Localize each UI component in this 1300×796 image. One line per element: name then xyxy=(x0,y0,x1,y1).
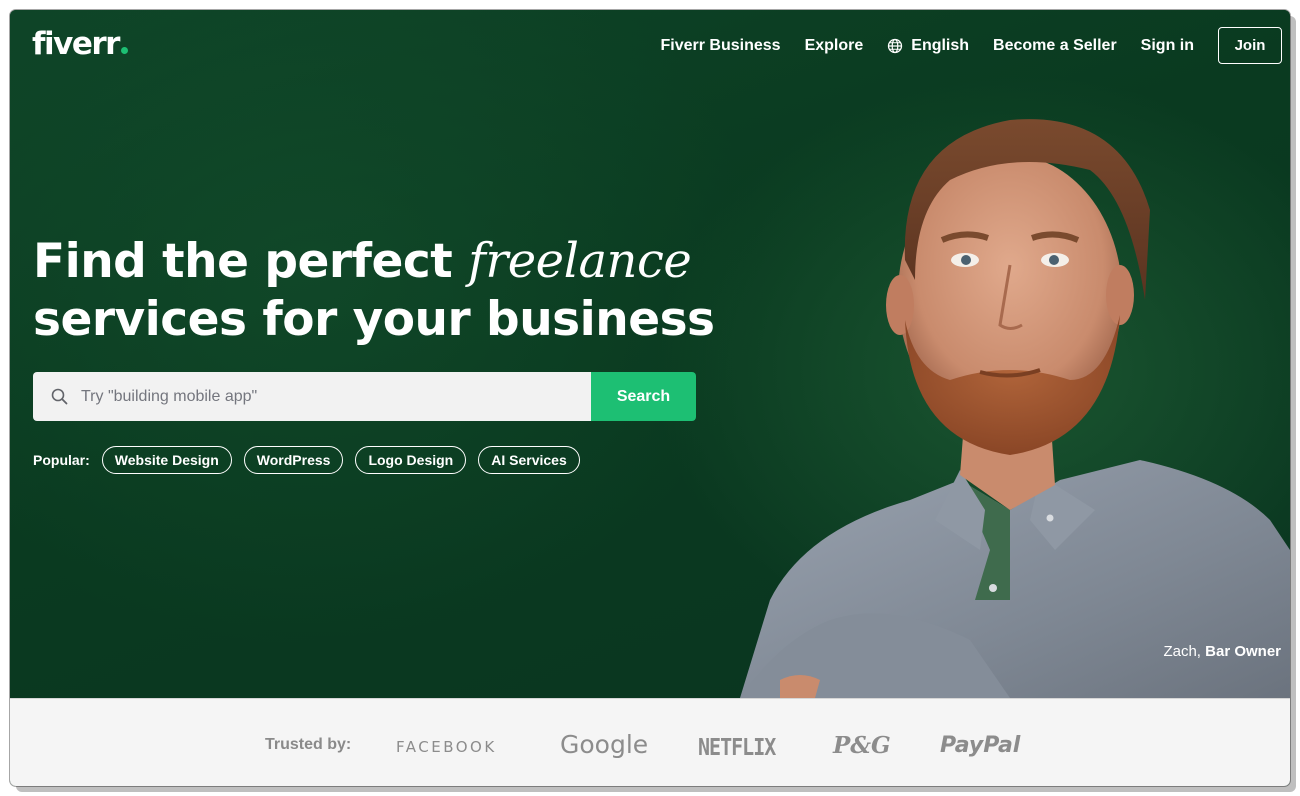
top-nav: fiverr Fiverr Business Explore English B… xyxy=(10,10,1290,82)
hero-person-image xyxy=(740,119,1290,698)
trusted-label: Trusted by: xyxy=(265,736,352,753)
nav-fiverr-business[interactable]: Fiverr Business xyxy=(661,36,781,56)
logo-dot xyxy=(120,47,128,54)
headline-text-line2: services for your business xyxy=(33,292,715,347)
search-box[interactable] xyxy=(33,372,591,421)
nav-label: Become a Seller xyxy=(993,36,1117,54)
headline-italic-text: freelance xyxy=(468,233,692,289)
nav-label: Explore xyxy=(804,36,864,54)
brand-netflix-logo: NETFLIX xyxy=(698,733,776,761)
caption-role: Bar Owner xyxy=(1205,643,1281,660)
brand-pg-logo: P&G xyxy=(833,732,891,759)
nav-links: Fiverr Business Explore English Become a… xyxy=(637,27,1282,64)
brand-paypal-logo: PayPal xyxy=(940,733,1021,758)
search-icon xyxy=(51,388,68,405)
trusted-by-bar: Trusted by: FACEBOOK Google NETFLIX P&G … xyxy=(10,698,1290,786)
nav-label: English xyxy=(911,36,970,54)
popular-tag-wordpress[interactable]: WordPress xyxy=(243,446,344,474)
join-button[interactable]: Join xyxy=(1218,27,1282,64)
search-input[interactable] xyxy=(79,372,559,421)
brand-google-logo: Google xyxy=(560,730,649,759)
popular-label: Popular: xyxy=(33,452,90,468)
headline-text: Find the perfect xyxy=(33,234,469,289)
nav-label: Fiverr Business xyxy=(660,36,781,54)
nav-become-seller[interactable]: Become a Seller xyxy=(993,36,1117,56)
caption-name: Zach, xyxy=(1163,643,1201,660)
hero-headline: Find the perfect freelance services for y… xyxy=(33,232,715,349)
popular-tag-website-design[interactable]: Website Design xyxy=(101,446,232,474)
hero-search: Search xyxy=(33,372,696,421)
nav-label: Sign in xyxy=(1140,36,1194,54)
popular-tag-logo-design[interactable]: Logo Design xyxy=(355,446,467,474)
hero-caption: Zach, Bar Owner xyxy=(1163,643,1281,660)
popular-tags: Popular: Website Design WordPress Logo D… xyxy=(33,446,592,474)
nav-sign-in[interactable]: Sign in xyxy=(1141,36,1194,56)
brand-facebook-logo: FACEBOOK xyxy=(396,738,497,756)
search-button[interactable]: Search xyxy=(591,372,696,421)
nav-language[interactable]: English xyxy=(887,36,969,56)
popular-tag-ai-services[interactable]: AI Services xyxy=(478,446,580,474)
globe-icon xyxy=(887,38,903,54)
hero-section: fiverr Fiverr Business Explore English B… xyxy=(10,10,1290,698)
browser-viewport: fiverr Fiverr Business Explore English B… xyxy=(10,10,1290,786)
fiverr-logo[interactable]: fiverr xyxy=(32,24,128,64)
nav-explore[interactable]: Explore xyxy=(805,36,864,56)
